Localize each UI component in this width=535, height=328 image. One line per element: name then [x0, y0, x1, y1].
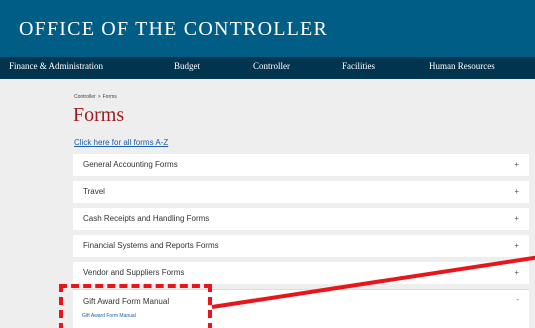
page-title: Forms: [73, 104, 125, 126]
accordion-travel[interactable]: Travel +: [73, 181, 529, 203]
breadcrumb-current: Forms: [102, 94, 117, 100]
nav-item-facilities[interactable]: Facilities: [342, 61, 375, 71]
accordion-label: Vendor and Suppliers Forms: [83, 268, 185, 277]
accordion-label: Cash Receipts and Handling Forms: [83, 214, 210, 223]
nav-item-budget[interactable]: Budget: [174, 61, 200, 71]
accordion-label[interactable]: Gift Award Form Manual: [83, 297, 169, 306]
breadcrumb-home[interactable]: Controller: [74, 94, 96, 100]
accordion-gift-award-expanded: Gift Award Form Manual - Gift Award Form…: [73, 289, 529, 328]
expand-icon[interactable]: +: [514, 241, 519, 250]
main-nav: Finance & Administration Budget Controll…: [0, 57, 535, 79]
accordion-label: Financial Systems and Reports Forms: [83, 241, 219, 250]
accordion-label: General Accounting Forms: [83, 160, 178, 169]
expand-icon[interactable]: +: [514, 160, 519, 169]
forms-a-z-link[interactable]: Click here for all forms A-Z: [74, 138, 168, 147]
site-header: Office of the Controller: [0, 0, 535, 57]
accordion-label: Travel: [83, 187, 105, 196]
site-title[interactable]: Office of the Controller: [19, 18, 328, 41]
expand-icon[interactable]: +: [514, 268, 519, 277]
expand-icon[interactable]: +: [514, 214, 519, 223]
accordion-cash-receipts[interactable]: Cash Receipts and Handling Forms +: [73, 208, 529, 230]
accordion-financial-systems[interactable]: Financial Systems and Reports Forms +: [73, 235, 529, 257]
breadcrumb: Controller > Forms: [74, 94, 117, 100]
expand-icon[interactable]: +: [514, 187, 519, 196]
collapse-icon[interactable]: -: [516, 295, 519, 304]
accordion-vendor-suppliers[interactable]: Vendor and Suppliers Forms +: [73, 262, 529, 284]
breadcrumb-separator: >: [97, 94, 101, 100]
nav-item-human-resources[interactable]: Human Resources: [429, 61, 495, 71]
nav-item-finance-administration[interactable]: Finance & Administration: [9, 61, 103, 71]
gift-award-form-manual-link[interactable]: Gift Award Form Manual: [82, 313, 136, 319]
nav-item-controller[interactable]: Controller: [253, 61, 290, 71]
accordion-general-accounting[interactable]: General Accounting Forms +: [73, 154, 529, 176]
